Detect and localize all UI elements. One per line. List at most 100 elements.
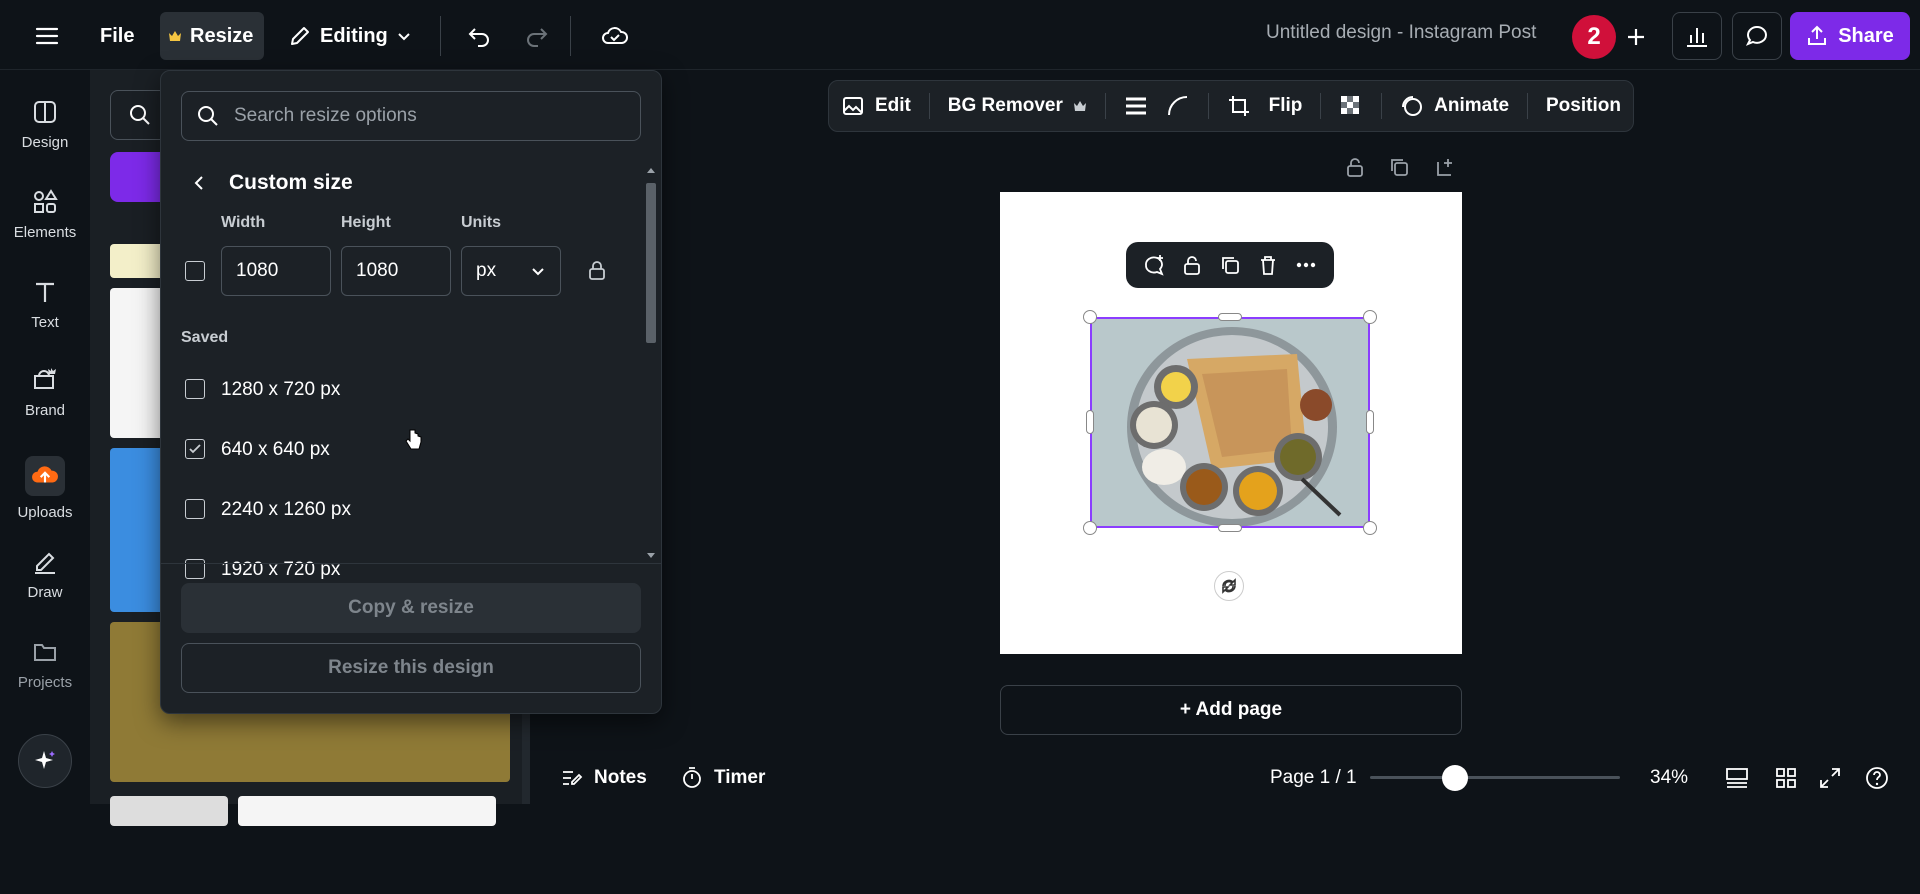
file-menu-button[interactable]: File [90,12,144,60]
help-button[interactable] [1864,765,1890,791]
invite-button[interactable] [1614,15,1658,59]
resize-search-input[interactable] [234,105,614,127]
resize-panel-scrollbar[interactable] [643,163,659,563]
resize-handle[interactable] [1083,521,1097,535]
rail-item-projects[interactable]: Projects [0,638,90,691]
resize-dropdown: Custom size Width Height Units 1080 1080… [160,70,662,714]
share-button[interactable]: Share [1790,12,1910,60]
comment-icon [1745,26,1768,46]
custom-size-checkbox[interactable] [185,261,205,281]
transparency-button[interactable] [1339,94,1363,118]
image-edit-icon [843,97,863,115]
add-page-icon-button[interactable] [1434,156,1456,178]
comments-button[interactable] [1732,12,1782,60]
page-view-icon [1726,768,1748,788]
crown-icon [1073,101,1086,111]
bg-remover-button[interactable]: BG Remover [948,95,1087,117]
trash-icon[interactable] [1257,254,1279,276]
share-upload-icon [1808,25,1827,45]
corner-rounding-icon [1167,96,1187,116]
duplicate-icon[interactable] [1219,254,1241,276]
rail-item-draw[interactable]: Draw [0,548,90,601]
width-input[interactable]: 1080 [221,246,331,296]
rail-item-design[interactable]: Design [0,98,90,151]
lock-aspect-ratio-button[interactable] [587,259,607,281]
saved-size-checkbox[interactable] [185,379,205,399]
saved-size-checkbox[interactable] [185,559,205,579]
media-thumbnails [90,244,510,894]
add-comment-icon[interactable] [1142,253,1166,277]
border-style-button[interactable] [1124,94,1148,118]
left-rail: Design Elements Text Brand Uploads Draw … [0,70,90,804]
saved-size-checkbox[interactable] [185,439,205,459]
draw-icon [35,552,55,574]
thumbnail[interactable] [110,796,228,826]
search-icon [130,105,150,125]
add-page-button[interactable]: + Add page [1000,685,1462,735]
grid-view-button[interactable] [1774,766,1798,790]
rail-item-elements[interactable]: Elements [0,188,90,241]
edit-image-button[interactable]: Edit [841,94,911,118]
rail-item-uploads[interactable]: Uploads [0,456,90,521]
folder-icon [34,644,56,661]
resize-handle[interactable] [1218,313,1242,321]
lock-page-button[interactable] [1344,156,1366,178]
resize-this-design-button[interactable]: Resize this design [181,643,641,693]
resize-handle[interactable] [1363,521,1377,535]
timer-button[interactable]: Timer [680,766,765,790]
redo-button[interactable] [512,12,560,60]
copy-and-resize-button[interactable]: Copy & resize [181,583,641,633]
editing-mode-button[interactable]: Editing [278,12,422,60]
crop-button[interactable] [1227,94,1251,118]
thumbnail[interactable] [238,796,496,826]
page-indicator[interactable]: Page 1 / 1 [1270,767,1357,789]
lock-icon[interactable] [1181,254,1203,276]
units-select[interactable]: px [461,246,561,296]
rotate-handle[interactable] [1214,571,1244,601]
height-input[interactable]: 1080 [341,246,451,296]
insights-button[interactable] [1672,12,1722,60]
resize-handle[interactable] [1218,524,1242,532]
zoom-slider-thumb[interactable] [1442,765,1468,791]
saved-size-item[interactable]: 1280 x 720 px [161,367,641,411]
saved-size-item[interactable]: 2240 x 1260 px [161,487,641,531]
element-floating-toolbar [1126,242,1334,288]
chevron-left-icon [194,176,203,190]
collaborator-avatar[interactable]: 2 [1572,15,1616,59]
resize-search[interactable] [181,91,641,141]
animate-button[interactable]: Animate [1400,94,1509,118]
more-options-icon[interactable] [1294,253,1318,277]
chevron-down-icon [532,268,544,276]
duplicate-page-button[interactable] [1388,156,1410,178]
notes-button[interactable]: Notes [560,766,647,790]
corner-rounding-button[interactable] [1166,94,1190,118]
food-plate-image [1092,319,1368,526]
document-title[interactable]: Untitled design - Instagram Post [1266,22,1536,44]
save-status-button[interactable] [590,12,640,60]
resize-button[interactable]: Resize [160,12,264,60]
menu-button[interactable] [24,12,70,60]
saved-size-item[interactable]: 640 x 640 px [161,427,641,471]
resize-handle[interactable] [1366,410,1374,434]
resize-handle[interactable] [1086,410,1094,434]
zoom-level[interactable]: 34% [1650,767,1688,789]
top-bar: File Resize Editing Untitled design - In… [0,0,1920,70]
flip-button[interactable]: Flip [1269,95,1303,117]
resize-handle[interactable] [1363,310,1377,324]
hamburger-icon [35,27,59,45]
undo-button[interactable] [456,12,504,60]
fullscreen-button[interactable] [1818,766,1842,790]
position-button[interactable]: Position [1546,95,1621,117]
selected-image[interactable] [1090,317,1370,528]
rail-item-brand[interactable]: Brand [0,366,90,419]
page-view-button[interactable] [1724,765,1750,791]
resize-handle[interactable] [1083,310,1097,324]
zoom-slider-track[interactable] [1370,765,1620,791]
custom-size-title: Custom size [229,171,353,194]
back-to-resize-options[interactable]: Custom size [191,171,353,195]
magic-assistant-button[interactable] [18,734,72,788]
saved-heading: Saved [181,329,229,346]
saved-size-checkbox[interactable] [185,499,205,519]
rail-item-text[interactable]: Text [0,278,90,331]
search-icon [198,106,218,126]
